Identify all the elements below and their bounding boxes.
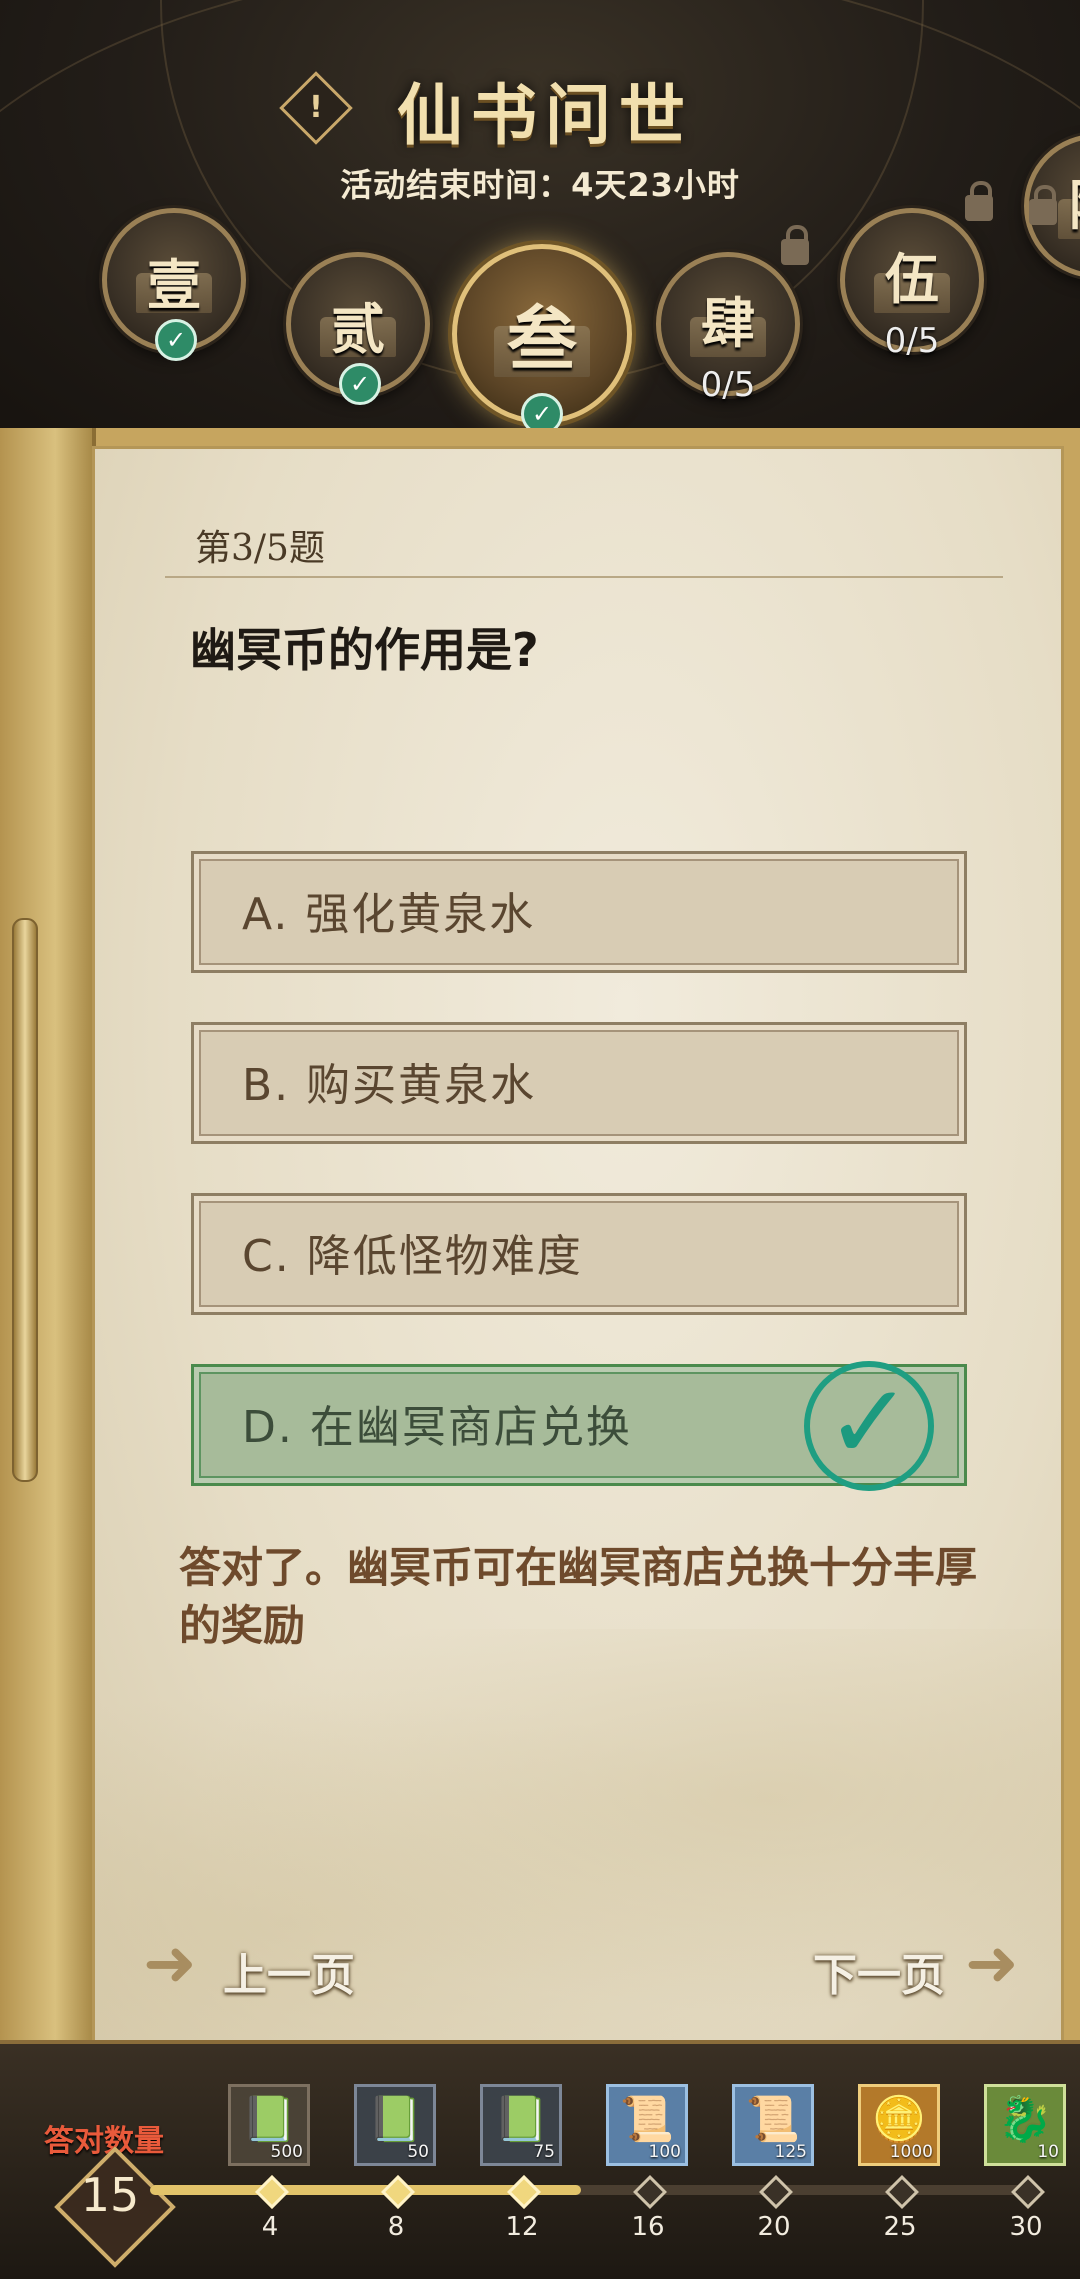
check-icon: ✓ <box>339 363 381 405</box>
question-index: 第3/5题 <box>195 528 325 569</box>
jade-dragon-icon: 🐉 <box>997 2094 1053 2145</box>
reward-qty: 125 <box>774 2142 807 2162</box>
reward-item-7[interactable]: 🐉 10 <box>984 2084 1066 2166</box>
milestone-marker <box>885 2175 919 2209</box>
reward-item-3[interactable]: 📗 75 <box>480 2084 562 2166</box>
milestone-label: 20 <box>757 2212 791 2242</box>
reward-item-4[interactable]: 📜 100 <box>606 2084 688 2166</box>
scroll-icon: 📜 <box>745 2094 801 2145</box>
milestone-marker <box>633 2175 667 2209</box>
option-b-button[interactable]: B. 购买黄泉水 <box>191 1022 967 1144</box>
prev-arrow-icon: ➜ <box>143 1927 197 2001</box>
book-spine <box>0 428 96 2068</box>
scroll-icon: 📜 <box>619 2094 675 2145</box>
scroll-rail[interactable] <box>12 918 38 1482</box>
reward-item-5[interactable]: 📜 125 <box>732 2084 814 2166</box>
chapter-progress: 0/5 <box>700 365 756 405</box>
reward-qty: 75 <box>533 2142 555 2162</box>
event-title: 仙书问世 <box>397 76 693 154</box>
reward-qty: 100 <box>648 2142 681 2162</box>
option-d-button[interactable]: D. 在幽冥商店兑换 ✓ <box>191 1361 967 1491</box>
milestone-marker <box>381 2175 415 2209</box>
milestone-marker <box>1011 2175 1045 2209</box>
milestone-label: 30 <box>1009 2212 1043 2242</box>
milestone-marker <box>255 2175 289 2209</box>
option-label: B. 购买黄泉水 <box>242 1060 537 1111</box>
reward-qty: 500 <box>270 2142 303 2162</box>
milestone-marker <box>507 2175 541 2209</box>
event-header: ! 仙书问世 活动结束时间：4天23小时 壹 ✓ 贰 ✓ 叁 ✓ 肆 0/5 伍… <box>0 0 1080 440</box>
chapter-5-button[interactable]: 伍 0/5 <box>840 181 993 361</box>
option-label: C. 降低怪物难度 <box>242 1231 583 1282</box>
chapter-progress: 0 <box>1029 247 1080 287</box>
correct-check-icon: ✓ <box>804 1361 934 1491</box>
option-label: A. 强化黄泉水 <box>242 889 536 940</box>
milestone-label: 16 <box>631 2212 665 2242</box>
reward-qty: 1000 <box>889 2142 933 2162</box>
divider <box>165 576 1003 578</box>
event-timer: 活动结束时间：4天23小时 <box>340 166 740 204</box>
reward-progress-bar: 答对数量 15 📗 500 📗 50 📗 75 📜 100 📜 125 🪙 10… <box>0 2040 1080 2279</box>
milestone-label: 25 <box>883 2212 917 2242</box>
milestone-label: 8 <box>387 2212 405 2242</box>
book-icon: 📗 <box>367 2094 423 2145</box>
option-c-button[interactable]: C. 降低怪物难度 <box>191 1193 967 1315</box>
chapter-1-button[interactable]: 壹 ✓ <box>102 208 246 361</box>
milestone-label: 12 <box>505 2212 539 2242</box>
reward-item-6[interactable]: 🪙 1000 <box>858 2084 940 2166</box>
quiz-page: 第3/5题 幽冥币的作用是? A. 强化黄泉水 B. 购买黄泉水 C. 降低怪物… <box>92 446 1064 2052</box>
option-label: D. 在幽冥商店兑换 <box>242 1402 632 1453</box>
lock-icon <box>965 181 993 221</box>
gold-ingot-icon: 🪙 <box>871 2094 927 2145</box>
book-icon: 📗 <box>493 2094 549 2145</box>
option-a-button[interactable]: A. 强化黄泉水 <box>191 851 967 973</box>
reward-qty: 50 <box>407 2142 429 2162</box>
milestone-label: 4 <box>261 2212 279 2242</box>
lock-icon <box>781 225 809 265</box>
chapter-numeral: 伍 <box>885 247 939 311</box>
quiz-book: 第3/5题 幽冥币的作用是? A. 强化黄泉水 B. 购买黄泉水 C. 降低怪物… <box>0 428 1080 2068</box>
chapter-numeral: 肆 <box>701 291 755 355</box>
chapter-progress: 0/5 <box>884 321 940 361</box>
reward-qty: 10 <box>1037 2142 1059 2162</box>
chapter-numeral: 贰 <box>331 297 385 361</box>
answer-explanation: 答对了。幽冥币可在幽冥商店兑换十分丰厚的奖励 <box>179 1543 978 1650</box>
question-text: 幽冥币的作用是? <box>190 623 539 677</box>
milestone-marker <box>759 2175 793 2209</box>
next-page-button[interactable]: 下一页 <box>813 1939 945 2003</box>
chapter-4-button[interactable]: 肆 0/5 <box>656 225 809 405</box>
chapter-numeral: 壹 <box>147 253 201 317</box>
book-icon: 📗 <box>241 2094 297 2145</box>
lock-icon <box>1029 185 1057 225</box>
reward-item-1[interactable]: 📗 500 <box>228 2084 310 2166</box>
correct-count-value: 15 <box>80 2168 140 2222</box>
correct-count-label: 答对数量 <box>44 2124 164 2159</box>
reward-item-2[interactable]: 📗 50 <box>354 2084 436 2166</box>
check-icon: ✓ <box>155 319 197 361</box>
next-arrow-icon: ➜ <box>965 1927 1019 2001</box>
chapter-2-button[interactable]: 贰 ✓ <box>286 252 430 405</box>
chapter-numeral: 叁 <box>507 297 577 380</box>
chapter-3-button[interactable]: 叁 ✓ <box>452 244 632 435</box>
prev-page-button[interactable]: 上一页 <box>223 1939 355 2003</box>
